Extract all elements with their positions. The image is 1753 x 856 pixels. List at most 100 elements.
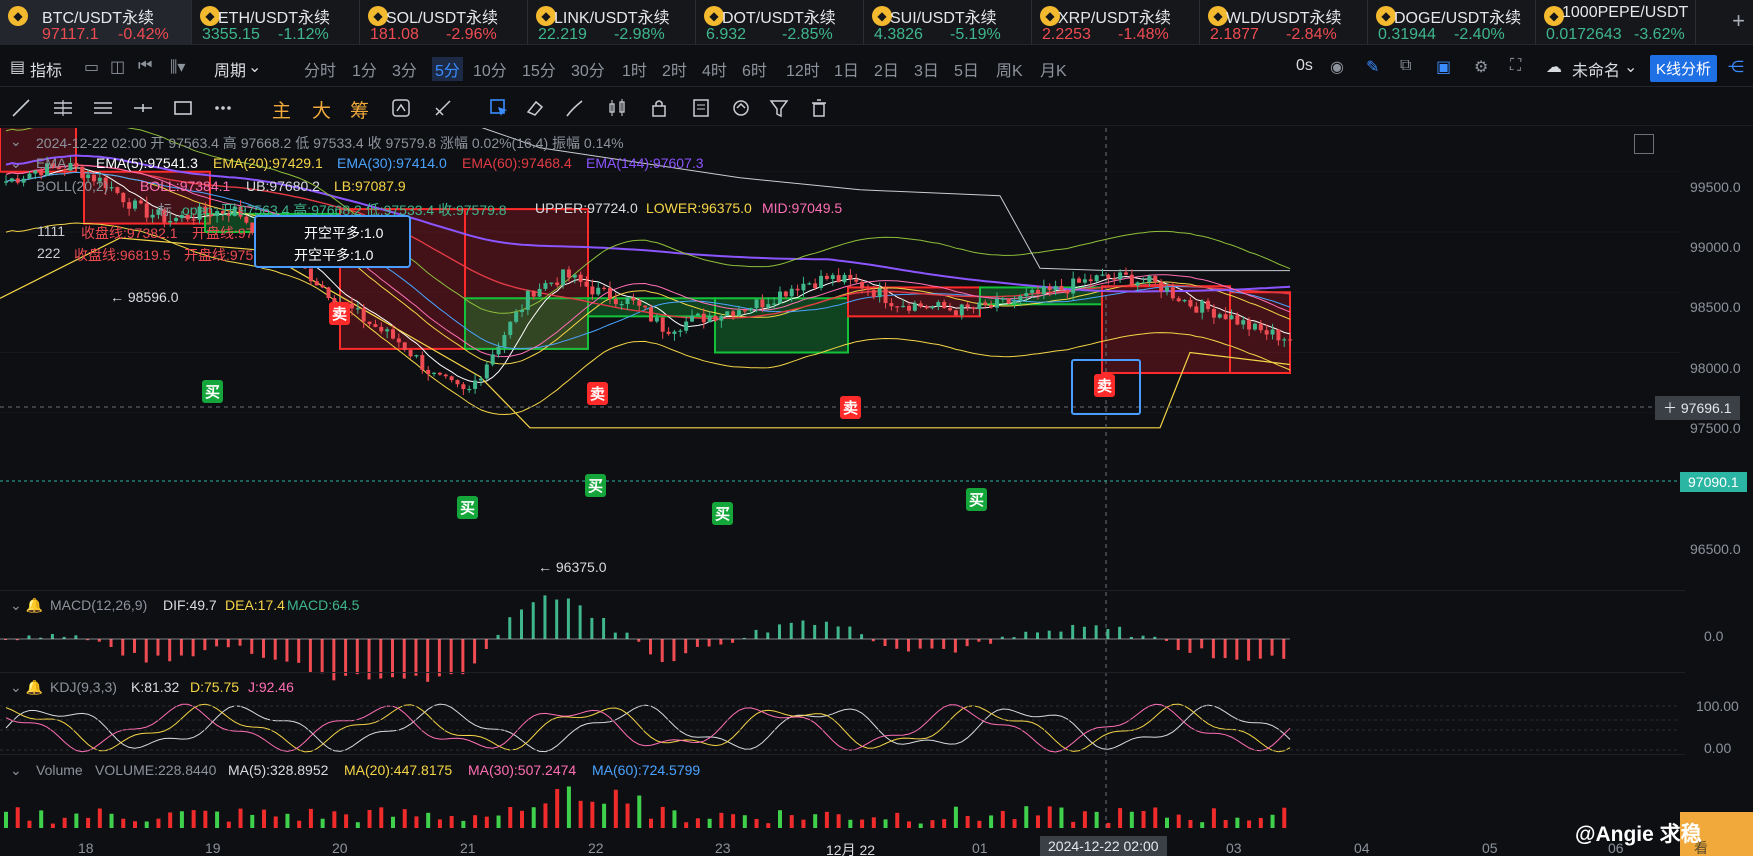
parallel-channel-icon[interactable] — [52, 97, 74, 119]
volume-bar — [1059, 807, 1064, 828]
ticker-tab[interactable]: ◆ DOGE/USDT永续 0.31944 -2.40% — [1368, 0, 1536, 45]
big-order-toggle[interactable]: 大 — [312, 96, 331, 123]
buy-signal[interactable]: 买 — [457, 496, 479, 519]
buy-signal[interactable]: 买 — [966, 488, 988, 511]
interval-option[interactable]: 3日 — [914, 57, 939, 81]
interval-option[interactable]: 3分 — [392, 57, 417, 81]
interval-option[interactable]: 2时 — [662, 57, 687, 81]
candle-body — [531, 290, 536, 297]
interval-option[interactable]: 分时 — [304, 57, 336, 81]
brush-icon[interactable] — [564, 97, 586, 119]
cursor-select-icon[interactable] — [488, 97, 510, 119]
interval-option[interactable]: 30分 — [571, 57, 605, 81]
indicator-button[interactable]: 指标 — [30, 57, 62, 81]
ticker-tab[interactable]: ◆ XRP/USDT永续 2.2253 -1.48% — [1032, 0, 1200, 45]
collapse-icon[interactable]: ⌄ 🔔 — [10, 597, 43, 614]
collapse-icon[interactable]: ⌄ — [10, 133, 22, 150]
macd-bar — [133, 639, 136, 653]
replay-icon[interactable]: ⏮ — [138, 57, 152, 75]
filter-icon[interactable] — [768, 97, 790, 119]
volume-bar — [566, 786, 571, 828]
link-icon[interactable] — [730, 97, 752, 119]
multi-line-icon[interactable] — [92, 97, 114, 119]
candle-body — [520, 309, 524, 313]
interval-option[interactable]: 12时 — [786, 57, 820, 81]
sell-signal[interactable]: 卖 — [329, 302, 351, 325]
layout-icon[interactable]: ◫ — [110, 57, 125, 77]
buy-signal[interactable]: 买 — [585, 474, 607, 497]
macd-bar — [496, 634, 500, 639]
ticker-tab[interactable]: ◆ SOL/USDT永续 181.08 -2.96% — [360, 0, 528, 45]
interval-option[interactable]: 15分 — [522, 57, 556, 81]
collapse-icon[interactable]: ⌄ — [10, 762, 22, 779]
buy-signal[interactable]: 买 — [712, 502, 734, 525]
expand-icon[interactable] — [1634, 134, 1654, 154]
candle-tool-icon[interactable] — [606, 97, 628, 119]
ticker-tab[interactable]: ◆ DOT/USDT永续 6.932 -2.85% — [696, 0, 864, 45]
low-price-value: 96375.0 — [555, 559, 607, 575]
time-tick: 22 — [588, 840, 604, 856]
ticker-tab[interactable]: ◆ SUI/USDT永续 4.3826 -5.19% — [864, 0, 1032, 45]
pen-icon[interactable]: ✎ — [1366, 57, 1379, 77]
more-tools-icon[interactable] — [212, 97, 234, 119]
ticker-tab[interactable]: ◆ WLD/USDT永续 2.1877 -2.84% — [1200, 0, 1368, 45]
calendar-icon[interactable]: ▭ — [84, 57, 99, 77]
macd-bar — [449, 639, 453, 675]
collapse-icon[interactable]: ⌄ — [10, 155, 22, 172]
lock-icon[interactable] — [648, 97, 670, 119]
ticker-tab[interactable]: ◆ 1000PEPE/USDT 0.0172643 -3.62% — [1536, 0, 1696, 45]
layout-name[interactable]: 未命名 — [1572, 57, 1620, 81]
share-icon[interactable]: ⋲ — [1728, 57, 1744, 77]
interval-option[interactable]: 6时 — [742, 57, 767, 81]
trash-icon[interactable] — [808, 97, 830, 119]
interval-option[interactable]: 1分 — [352, 57, 377, 81]
horizontal-line-icon[interactable] — [132, 97, 154, 119]
interval-option[interactable]: 5日 — [954, 57, 979, 81]
macd-bar — [1071, 624, 1075, 639]
interval-option[interactable]: 1日 — [834, 57, 859, 81]
indicator-icon[interactable]: ▤ — [10, 57, 25, 77]
sell-signal[interactable]: 卖 — [1094, 374, 1116, 397]
magnet-icon[interactable] — [390, 97, 412, 119]
gear-icon[interactable]: ⚙ — [1474, 57, 1488, 77]
note-icon[interactable] — [690, 97, 712, 119]
rectangle-icon[interactable] — [172, 97, 194, 119]
chart-type-icon[interactable]: ⫼▾ — [170, 57, 185, 77]
interval-option[interactable]: 周K — [996, 57, 1023, 81]
candle-body — [824, 275, 829, 279]
eraser-icon[interactable] — [524, 97, 546, 119]
chevron-down-icon[interactable]: ⌄ — [248, 57, 261, 77]
interval-option[interactable]: 2日 — [874, 57, 899, 81]
add-tab-icon[interactable]: + — [1732, 8, 1745, 34]
trend-line-icon[interactable] — [10, 97, 32, 119]
sell-signal[interactable]: 卖 — [840, 396, 862, 419]
measure-icon[interactable] — [432, 97, 454, 119]
custom-indicator-label: 标 — [158, 202, 172, 218]
collapse-icon[interactable]: ⌄ 🔔 — [10, 679, 43, 696]
kline-analysis-button[interactable]: K线分析 — [1650, 55, 1718, 82]
settings-panel-icon[interactable]: ▣ — [1436, 57, 1451, 77]
interval-option[interactable]: 月K — [1040, 57, 1067, 81]
custom-lower-line — [0, 237, 1291, 429]
camera-icon[interactable]: ◉ — [1330, 57, 1344, 77]
interval-option[interactable]: 10分 — [473, 57, 507, 81]
interval-option[interactable]: 1时 — [622, 57, 647, 81]
candle-body — [924, 306, 929, 309]
interval-option[interactable]: 5分 — [432, 57, 463, 81]
period-button[interactable]: 周期 — [214, 57, 246, 81]
time-tick: 18 — [78, 840, 94, 856]
interval-option[interactable]: 4时 — [702, 57, 727, 81]
kdj-lines — [0, 703, 1680, 753]
fullscreen-icon[interactable]: ⛶ — [1510, 57, 1521, 75]
cloud-icon[interactable]: ☁ — [1546, 57, 1562, 77]
main-indicator-toggle[interactable]: 主 — [272, 96, 291, 123]
ticker-tab[interactable]: ◆ LINK/USDT永续 22.219 -2.98% — [528, 0, 696, 45]
macd-bar — [1106, 629, 1110, 639]
buy-signal[interactable]: 买 — [202, 380, 224, 403]
chevron-down-icon[interactable]: ⌄ — [1624, 57, 1637, 77]
sell-signal[interactable]: 卖 — [587, 382, 609, 405]
ticker-tab[interactable]: ◆ BTC/USDT永续 97117.1 -0.42% — [0, 0, 192, 45]
chip-distribution-toggle[interactable]: 筹 — [350, 96, 369, 123]
ticker-tab[interactable]: ◆ ETH/USDT永续 3355.15 -1.12% — [192, 0, 360, 45]
template-icon[interactable]: ⧉ — [1400, 57, 1411, 75]
